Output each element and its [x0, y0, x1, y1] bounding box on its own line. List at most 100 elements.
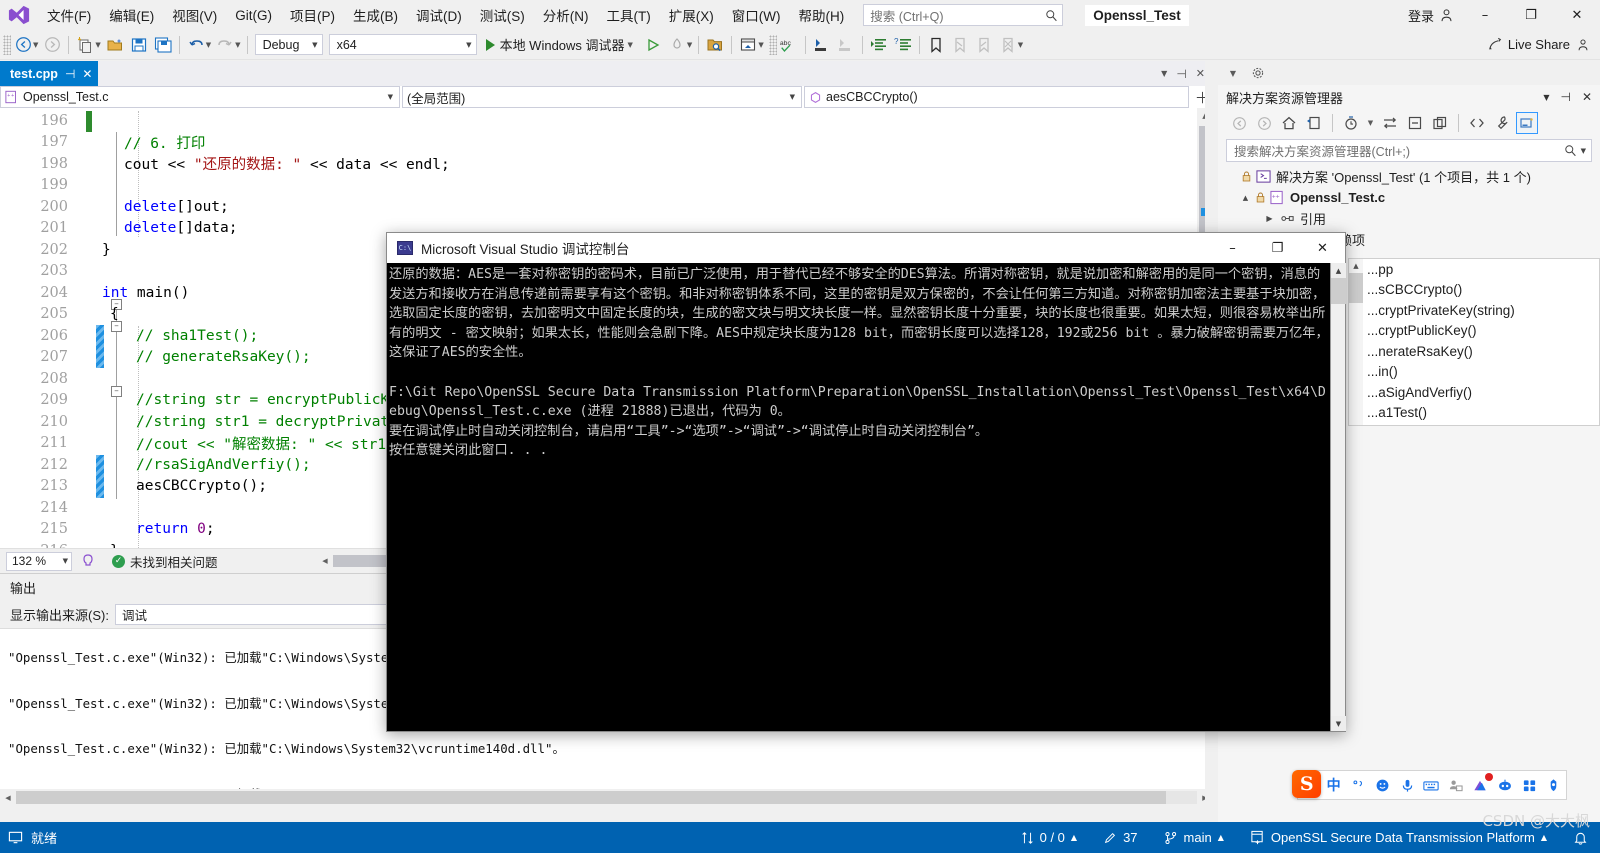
- preview-selected-items-icon[interactable]: [1516, 112, 1538, 134]
- ime-skin-icon[interactable]: [1468, 771, 1493, 799]
- close-icon[interactable]: ✕: [82, 67, 92, 81]
- scroll-thumb[interactable]: [1331, 278, 1346, 304]
- console-minimize-button[interactable]: –: [1210, 233, 1255, 263]
- scroll-track[interactable]: [16, 791, 1197, 804]
- navigate-backward-icon[interactable]: [11, 33, 35, 57]
- clear-bookmarks-icon[interactable]: [996, 33, 1020, 57]
- toggle-bookmark-icon[interactable]: [924, 33, 948, 57]
- gear-icon[interactable]: [1247, 62, 1269, 84]
- pin-icon[interactable]: ⊣: [65, 67, 75, 81]
- project-dropdown[interactable]: + + Openssl_Test.c ▼: [0, 86, 400, 108]
- member-dropdown[interactable]: aesCBCCrypto(): [804, 86, 1189, 108]
- chevron-down-icon[interactable]: ▼: [1222, 62, 1244, 84]
- live-share-button[interactable]: Live Share: [1487, 37, 1600, 52]
- decrease-indent-icon[interactable]: ?: [891, 33, 915, 57]
- properties-icon[interactable]: [1491, 112, 1513, 134]
- search-in-files-icon[interactable]: [703, 33, 727, 57]
- chevron-down-icon[interactable]: ▼: [1161, 69, 1167, 78]
- menu-item-extensions[interactable]: 扩展(X): [660, 0, 723, 30]
- menu-item-debug[interactable]: 调试(D): [407, 0, 471, 30]
- scroll-left-icon[interactable]: ◀: [0, 790, 16, 806]
- toolbar-grip[interactable]: [3, 34, 11, 55]
- repository-selector[interactable]: OpenSSL Secure Data Transmission Platfor…: [1250, 830, 1547, 845]
- ime-user-icon[interactable]: [1444, 771, 1468, 799]
- ime-punctuation-icon[interactable]: [1346, 771, 1370, 799]
- member-list-item[interactable]: ...aSigAndVerfiy(): [1363, 382, 1599, 403]
- ime-language-mode[interactable]: 中: [1321, 771, 1345, 799]
- console-vertical-scrollbar[interactable]: ▲ ▼: [1330, 263, 1346, 731]
- pin-icon[interactable]: ⊣: [1560, 90, 1570, 104]
- menu-item-view[interactable]: 视图(V): [163, 0, 226, 30]
- expand-arrow-icon[interactable]: ▲: [1240, 194, 1251, 202]
- tree-item-project[interactable]: ▲ ++ Openssl_Test.c: [1226, 187, 1600, 208]
- scroll-up-icon[interactable]: ▲: [1349, 259, 1363, 273]
- zoom-level-combo[interactable]: 132 % ▼: [6, 551, 72, 571]
- ime-ai-icon[interactable]: [1493, 771, 1517, 799]
- scroll-up-icon[interactable]: ▲: [1331, 263, 1346, 278]
- member-list-item[interactable]: ...pp: [1363, 259, 1599, 280]
- uncomment-selection-icon[interactable]: [834, 33, 858, 57]
- menu-item-git[interactable]: Git(G): [226, 3, 281, 28]
- ime-settings-icon[interactable]: [1542, 771, 1566, 799]
- redo-dropdown-icon[interactable]: ▼: [235, 41, 240, 49]
- ime-voice-icon[interactable]: [1395, 771, 1419, 799]
- hot-reload-dropdown-icon[interactable]: ▼: [687, 41, 692, 49]
- ime-keyboard-icon[interactable]: [1419, 771, 1443, 799]
- window-restore-button[interactable]: ❐: [1508, 0, 1554, 30]
- window-layout-icon[interactable]: [736, 33, 760, 57]
- save-icon[interactable]: [127, 33, 151, 57]
- home-icon[interactable]: [1278, 112, 1300, 134]
- drag-handle[interactable]: [1352, 96, 1535, 98]
- tree-item-references[interactable]: ▶ 引用: [1226, 208, 1600, 229]
- new-project-icon[interactable]: [73, 33, 97, 57]
- scroll-down-icon[interactable]: ▼: [1331, 716, 1346, 731]
- issues-status[interactable]: ✓ 未找到相关问题: [104, 552, 226, 571]
- toolbar-grip[interactable]: [768, 34, 777, 55]
- show-all-files-icon[interactable]: [1379, 112, 1401, 134]
- member-dropdown-list[interactable]: ▲ ...pp ...sCBCCrypto() ...cryptPrivateK…: [1348, 258, 1600, 426]
- member-list-item[interactable]: ...nerateRsaKey(): [1363, 341, 1599, 362]
- forward-icon[interactable]: [1253, 112, 1275, 134]
- solution-configuration-combo[interactable]: Debug ▼: [254, 34, 323, 55]
- window-minimize-button[interactable]: –: [1462, 0, 1508, 30]
- sign-in-button[interactable]: 登录: [1400, 6, 1462, 25]
- intellisense-status-icon[interactable]: [72, 553, 104, 569]
- ime-emoji-icon[interactable]: [1370, 771, 1394, 799]
- ime-toolbar[interactable]: S 中: [1292, 769, 1567, 800]
- debug-console-window[interactable]: C:\ Microsoft Visual Studio 调试控制台 – ❐ ✕ …: [386, 232, 1346, 732]
- pending-edits[interactable]: 37: [1103, 830, 1138, 845]
- menu-item-analyze[interactable]: 分析(N): [534, 0, 598, 30]
- scope-dropdown[interactable]: (全局范围) ▼: [402, 86, 802, 108]
- save-all-icon[interactable]: [151, 33, 175, 57]
- undo-icon[interactable]: [184, 33, 208, 57]
- back-icon[interactable]: [1228, 112, 1250, 134]
- member-list-item[interactable]: ...sCBCCrypto(): [1363, 280, 1599, 301]
- menu-item-edit[interactable]: 编辑(E): [100, 0, 163, 30]
- chevron-down-icon[interactable]: ▼: [1365, 112, 1376, 134]
- undo-dropdown-icon[interactable]: ▼: [206, 41, 211, 49]
- menu-item-window[interactable]: 窗口(W): [723, 0, 790, 30]
- member-list-item[interactable]: ...in(): [1363, 362, 1599, 383]
- member-list-item[interactable]: ...a1Test(): [1363, 403, 1599, 424]
- console-maximize-button[interactable]: ❐: [1255, 233, 1300, 263]
- output-horizontal-scrollbar[interactable]: ◀ ▶: [0, 789, 1213, 806]
- start-without-debugging-icon[interactable]: [641, 33, 665, 57]
- tab-test-cpp[interactable]: test.cpp ⊣ ✕: [0, 61, 99, 86]
- redo-icon[interactable]: [213, 33, 237, 57]
- menu-item-project[interactable]: 项目(P): [281, 0, 344, 30]
- tree-item-solution[interactable]: 解决方案 'Openssl_Test' (1 个项目，共 1 个): [1226, 166, 1600, 187]
- start-debugging-button[interactable]: 本地 Windows 调试器 ▼: [480, 35, 641, 54]
- previous-bookmark-icon[interactable]: [948, 33, 972, 57]
- toolbar-overflow-icon[interactable]: ▼: [1018, 41, 1023, 49]
- member-list-item[interactable]: ...cryptPrivateKey(string): [1363, 300, 1599, 321]
- solution-explorer-search-input[interactable]: 搜索解决方案资源管理器(Ctrl+;) ▼: [1226, 139, 1592, 162]
- console-close-button[interactable]: ✕: [1300, 233, 1345, 263]
- console-title-bar[interactable]: C:\ Microsoft Visual Studio 调试控制台 – ❐ ✕: [387, 233, 1345, 263]
- collapse-all-icon[interactable]: [1404, 112, 1426, 134]
- comment-selection-icon[interactable]: [810, 33, 834, 57]
- ime-apps-icon[interactable]: [1517, 771, 1541, 799]
- sogou-ime-logo-icon[interactable]: S: [1292, 769, 1322, 798]
- navigate-forward-icon[interactable]: [40, 33, 64, 57]
- scroll-thumb[interactable]: [1349, 273, 1363, 303]
- member-list-item[interactable]: ...cryptPublicKey(): [1363, 321, 1599, 342]
